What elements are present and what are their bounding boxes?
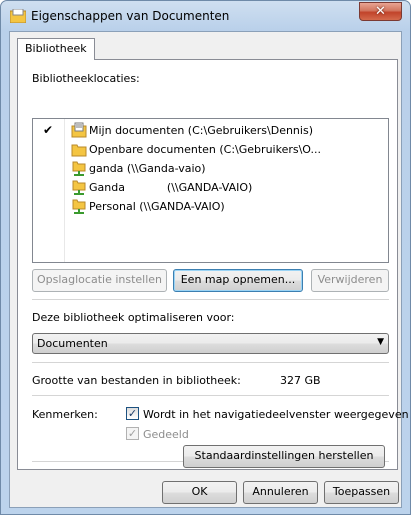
- tab-bibliotheek[interactable]: Bibliotheek: [17, 38, 95, 60]
- list-item-label: Personal (\\GANDA-VAIO): [89, 200, 225, 213]
- network-folder-icon: [72, 199, 86, 214]
- button-label: Standaardinstellingen herstellen: [194, 449, 374, 462]
- button-label: Annuleren: [252, 485, 309, 498]
- ok-button[interactable]: OK: [162, 481, 237, 504]
- network-folder-icon: [72, 161, 86, 176]
- locations-list[interactable]: ✔ Mijn documenten (C:\Gebruikers\Dennis)…: [32, 118, 389, 263]
- shared-checkbox[interactable]: ✓: [126, 427, 139, 440]
- attributes-label: Kenmerken:: [32, 408, 98, 421]
- optimize-label: Deze bibliotheek optimaliseren voor:: [32, 311, 235, 324]
- button-label: Opslaglocatie instellen: [36, 273, 163, 286]
- set-save-location-button[interactable]: Opslaglocatie instellen: [32, 269, 167, 292]
- list-item[interactable]: Openbare documenten (C:\Gebruikers\O...: [33, 140, 388, 159]
- close-button[interactable]: ✕: [359, 2, 402, 21]
- window-title: Eigenschappen van Documenten: [31, 9, 230, 23]
- button-label: Een map opnemen...: [180, 273, 296, 286]
- locations-heading: Bibliotheeklocaties:: [32, 72, 140, 85]
- separator: [32, 362, 389, 363]
- include-folder-button[interactable]: Een map opnemen...: [173, 269, 303, 292]
- separator: [32, 299, 389, 300]
- restore-defaults-button[interactable]: Standaardinstellingen herstellen: [183, 445, 385, 468]
- optimize-dropdown[interactable]: Documenten ▼: [32, 333, 389, 354]
- show-in-navigation-checkbox[interactable]: ✓: [126, 407, 139, 420]
- tab-panel: Bibliotheeklocaties: ✔ Mijn documenten (…: [17, 59, 409, 470]
- button-label: Toepassen: [332, 485, 391, 498]
- list-item[interactable]: Personal (\\GANDA-VAIO): [33, 197, 388, 216]
- list-item[interactable]: ganda (\\Ganda-vaio): [33, 159, 388, 178]
- properties-dialog: Eigenschappen van Documenten ✕ Bibliothe…: [0, 0, 411, 515]
- apply-button[interactable]: Toepassen: [324, 481, 399, 504]
- check-icon: ✓: [127, 427, 138, 440]
- size-label: Grootte van bestanden in bibliotheek:: [32, 374, 241, 387]
- close-icon: ✕: [375, 4, 386, 19]
- button-label: OK: [191, 485, 208, 498]
- folder-icon: [71, 144, 87, 157]
- list-item[interactable]: ✔ Mijn documenten (C:\Gebruikers\Dennis): [33, 121, 388, 140]
- optimize-selected-value: Documenten: [37, 337, 108, 350]
- library-icon: [10, 9, 26, 23]
- show-in-navigation-label[interactable]: Wordt in het navigatiedeelvenster weerge…: [143, 408, 409, 421]
- check-icon: ✓: [127, 407, 138, 420]
- checkmark-icon: ✔: [43, 123, 54, 137]
- dialog-client: Bibliotheek Bibliotheeklocaties: ✔ Mijn …: [9, 31, 409, 508]
- title-bar[interactable]: Eigenschappen van Documenten ✕: [1, 1, 410, 31]
- chevron-down-icon: ▼: [377, 337, 384, 347]
- network-folder-icon: [72, 180, 86, 195]
- list-item-label: Mijn documenten (C:\Gebruikers\Dennis): [89, 124, 313, 137]
- separator: [32, 395, 389, 396]
- list-item[interactable]: Ganda (\\GANDA-VAIO): [33, 178, 388, 197]
- documents-folder-icon: [71, 122, 87, 138]
- shared-label: Gedeeld: [143, 428, 189, 441]
- button-label: Verwijderen: [317, 273, 383, 286]
- size-value: 327 GB: [280, 374, 321, 387]
- list-item-label: ganda (\\Ganda-vaio): [89, 162, 206, 175]
- list-item-label: Openbare documenten (C:\Gebruikers\O...: [89, 143, 321, 156]
- cancel-button[interactable]: Annuleren: [243, 481, 318, 504]
- remove-button[interactable]: Verwijderen: [311, 269, 389, 292]
- list-item-label: Ganda (\\GANDA-VAIO): [89, 181, 253, 194]
